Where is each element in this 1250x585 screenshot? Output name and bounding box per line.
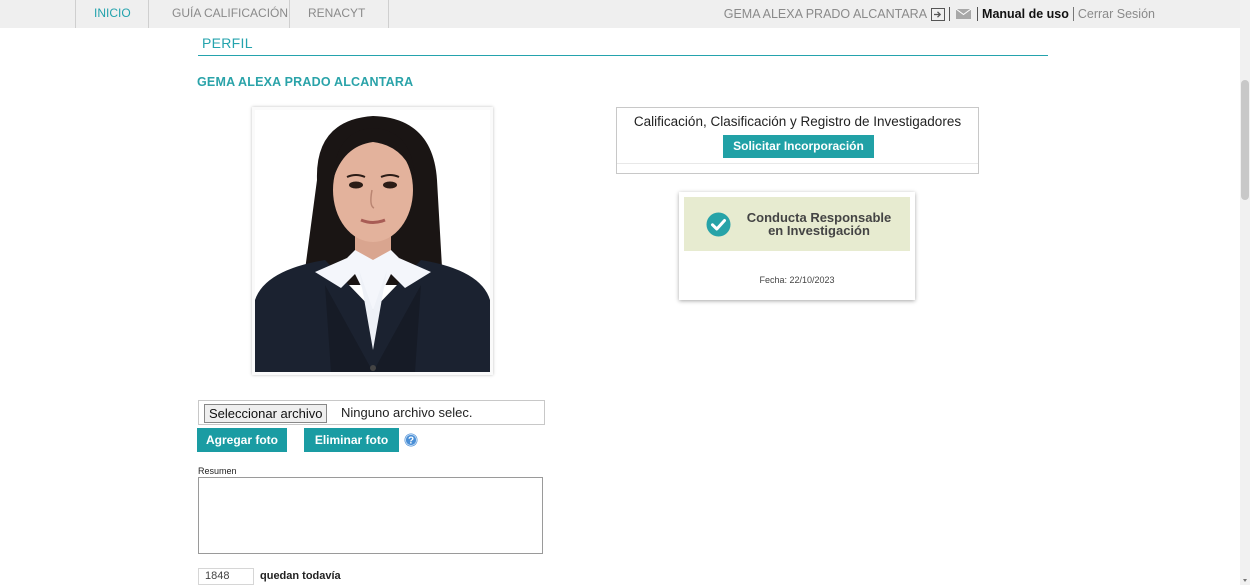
- check-circle-icon: [706, 212, 731, 237]
- calificacion-panel: Calificación, Clasificación y Registro d…: [616, 107, 979, 174]
- logout-icon[interactable]: [931, 7, 946, 21]
- scroll-down-icon[interactable]: [1243, 579, 1247, 582]
- solicitar-incorporacion-button[interactable]: Solicitar Incorporación: [723, 135, 874, 158]
- divider: [949, 7, 951, 21]
- top-nav-bar: INICIO GUÍA CALIFICACIÓN RENACYT GEMA AL…: [0, 0, 1240, 28]
- logout-link[interactable]: Cerrar Sesión: [1078, 1, 1155, 27]
- badge-title-line2: en Investigación: [768, 223, 870, 238]
- remaining-chars-counter: 1848: [198, 568, 254, 585]
- panel-divider: [617, 163, 978, 164]
- badge-title: Conducta Responsable en Investigación: [734, 211, 904, 237]
- profile-name: GEMA ALEXA PRADO ALCANTARA: [197, 75, 414, 89]
- resumen-textarea[interactable]: [198, 477, 543, 554]
- add-photo-button[interactable]: Agregar foto: [197, 428, 287, 452]
- scrollbar-thumb[interactable]: [1241, 80, 1249, 200]
- tab-renacyt[interactable]: RENACYT: [289, 0, 389, 28]
- tab-inicio[interactable]: INICIO: [75, 0, 148, 28]
- badge-banner: Conducta Responsable en Investigación: [684, 197, 910, 251]
- photo-file-input[interactable]: Seleccionar archivo Ninguno archivo sele…: [198, 400, 545, 425]
- help-icon[interactable]: ?: [404, 433, 418, 447]
- section-title: PERFIL: [202, 35, 253, 51]
- profile-photo-frame: [252, 107, 493, 375]
- user-menu: GEMA ALEXA PRADO ALCANTARA Manual de uso…: [724, 0, 1155, 28]
- mail-icon[interactable]: [956, 9, 972, 19]
- file-status: Ninguno archivo selec.: [341, 405, 473, 420]
- svg-text:?: ?: [408, 436, 414, 447]
- profile-photo: [255, 110, 490, 372]
- calificacion-title: Calificación, Clasificación y Registro d…: [633, 114, 962, 129]
- tab-guia-calificacion[interactable]: GUÍA CALIFICACIÓN: [148, 0, 289, 28]
- badge-date: Fecha: 22/10/2023: [759, 275, 835, 285]
- user-name-link[interactable]: GEMA ALEXA PRADO ALCANTARA: [724, 1, 927, 27]
- divider: [1072, 7, 1074, 21]
- delete-photo-button[interactable]: Eliminar foto: [304, 428, 399, 452]
- manual-link[interactable]: Manual de uso: [982, 1, 1069, 27]
- section-divider: [198, 55, 1048, 56]
- page-scrollbar[interactable]: [1240, 0, 1250, 585]
- remaining-chars-label: quedan todavía: [260, 570, 341, 582]
- conducta-responsable-badge[interactable]: Conducta Responsable en Investigación Fe…: [679, 192, 915, 300]
- resumen-label: Resumen: [198, 466, 237, 476]
- person-photo-illustration: [255, 110, 490, 372]
- divider: [977, 7, 979, 21]
- choose-file-button[interactable]: Seleccionar archivo: [204, 404, 328, 423]
